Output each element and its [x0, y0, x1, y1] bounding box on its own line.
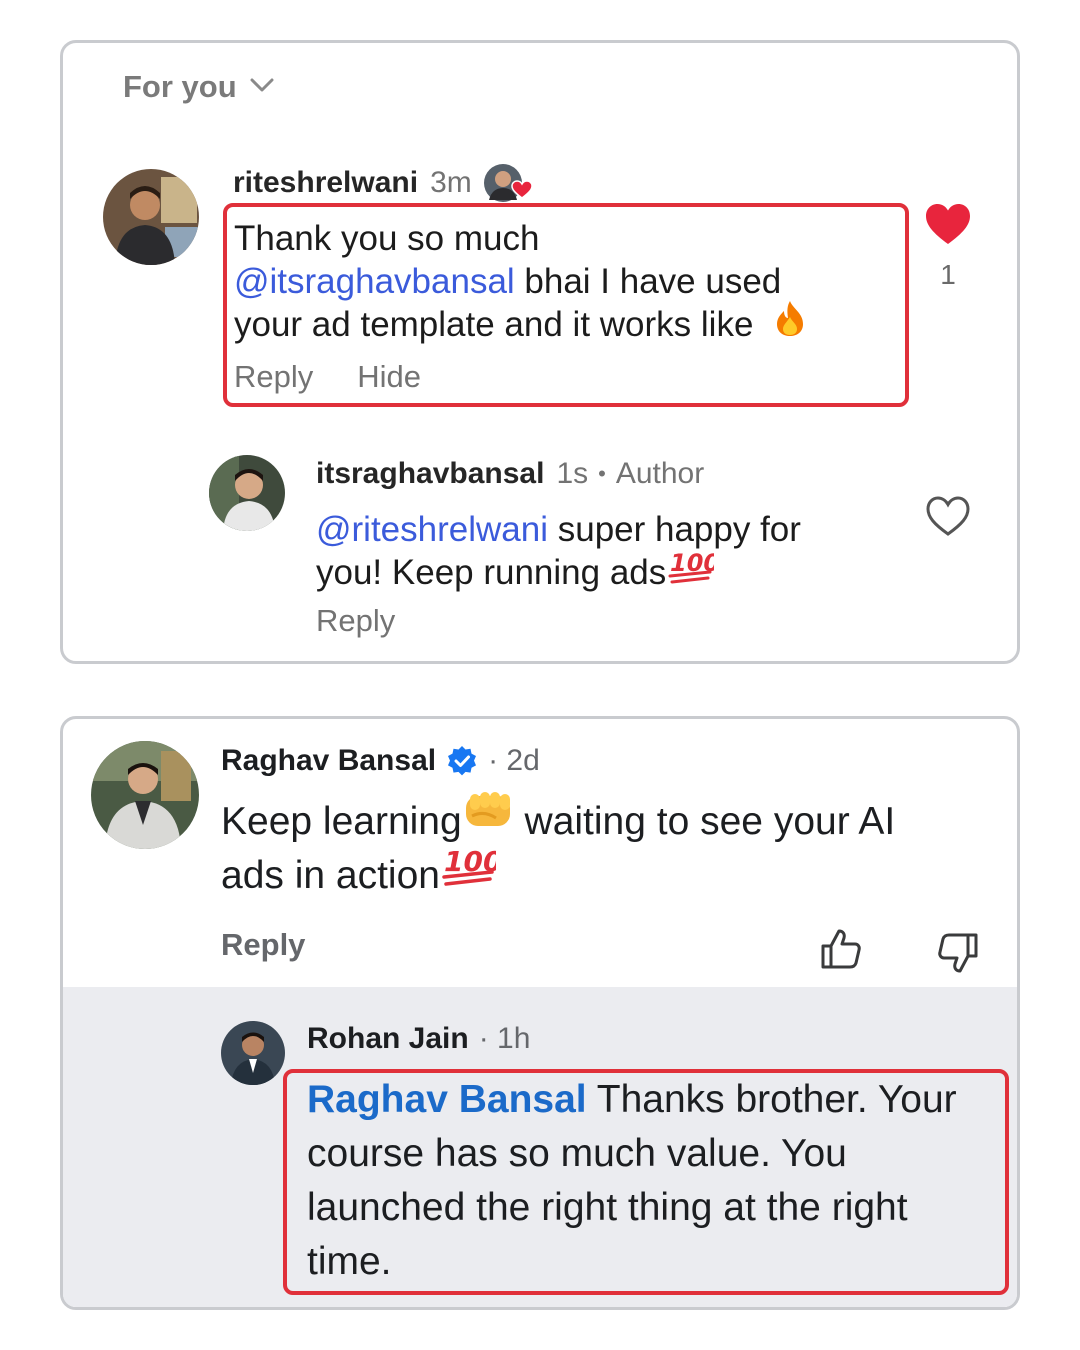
- like-button[interactable]: [925, 495, 971, 537]
- thumbs-down-icon: [938, 933, 978, 973]
- reply-thread: Rohan Jain · 1h Raghav Bansal Thanks bro…: [63, 987, 1017, 1307]
- like-button[interactable]: [925, 203, 971, 245]
- hide-button[interactable]: Hide: [357, 359, 421, 395]
- upvote-button[interactable]: [819, 927, 863, 971]
- filter-label: For you: [123, 69, 237, 104]
- reply-time: · 1h: [478, 1022, 531, 1055]
- comment-line-text: your ad template and it works like: [234, 305, 754, 344]
- comment-line: @itsraghavbansal bhai I have used: [234, 260, 807, 303]
- reply-line: time.: [307, 1240, 392, 1283]
- liked-by-author-badge: [483, 162, 533, 204]
- heart-outline-icon: [926, 496, 970, 536]
- reply-text: @riteshrelwani super happy for you! Keep…: [316, 508, 801, 595]
- avatar[interactable]: [91, 741, 199, 849]
- like-count: 1: [940, 259, 956, 290]
- comment-text: Keep learning waiting to see your AI ads…: [221, 792, 896, 903]
- comment-line: Keep learning waiting to see your AI: [221, 792, 896, 849]
- reply-line: @riteshrelwani super happy for: [316, 508, 801, 551]
- author-badge: Author: [615, 457, 705, 490]
- fire-emoji-icon: [773, 299, 807, 347]
- reply-line: course has so much value. You: [307, 1132, 847, 1175]
- hundred-points-emoji-icon: 100: [668, 545, 720, 595]
- comment-text: Thank you so much @itsraghavbansal bhai …: [234, 217, 807, 347]
- verified-badge-icon: [446, 745, 478, 777]
- comment-line: Thank you so much: [234, 219, 540, 258]
- instagram-comments-card: For you riteshrelwani 3m Thank you so mu…: [60, 40, 1020, 664]
- reply-line-rest: Thanks brother. Your: [586, 1078, 957, 1121]
- reply-button[interactable]: Reply: [221, 927, 305, 963]
- heart-filled-icon: [926, 204, 970, 244]
- mention-link[interactable]: @itsraghavbansal: [234, 262, 515, 301]
- avatar[interactable]: [209, 455, 285, 531]
- mention-link[interactable]: @riteshrelwani: [316, 510, 548, 549]
- reply-button[interactable]: Reply: [234, 359, 313, 395]
- replier-name[interactable]: Rohan Jain: [307, 1022, 469, 1056]
- avatar[interactable]: [221, 1021, 285, 1085]
- separator-dot: •: [598, 461, 606, 486]
- comment-line-rest: waiting to see your AI: [513, 800, 896, 843]
- reply-line: launched the right thing at the right: [307, 1186, 908, 1229]
- facebook-comments-card: Raghav Bansal · 2d Keep learning waiting…: [60, 716, 1020, 1310]
- hundred-points-emoji-icon: 100: [442, 841, 502, 902]
- reply-line-rest: super happy for: [548, 510, 801, 549]
- comment-line-rest: bhai I have used: [514, 262, 782, 301]
- reply-line-text: you! Keep running ads: [316, 553, 667, 592]
- reply-time: 1s: [556, 457, 589, 490]
- mention-link[interactable]: Raghav Bansal: [307, 1078, 587, 1121]
- reply-button[interactable]: Reply: [316, 603, 395, 639]
- avatar[interactable]: [103, 169, 199, 265]
- comment-line: ads in action 100: [221, 845, 895, 903]
- reply-username[interactable]: itsraghavbansal: [316, 457, 544, 491]
- comment-line-text: ads in action: [221, 854, 440, 898]
- thumbs-up-icon: [821, 929, 861, 969]
- comment-username[interactable]: riteshrelwani: [233, 166, 418, 200]
- comment-time: · 2d: [488, 744, 540, 777]
- comment-line: your ad template and it works like: [234, 300, 807, 347]
- downvote-button[interactable]: [936, 931, 980, 975]
- chevron-down-icon: [249, 76, 275, 99]
- comment-line-text: Keep learning: [221, 800, 462, 843]
- fist-emoji-icon: [462, 788, 514, 849]
- commenter-name[interactable]: Raghav Bansal: [221, 744, 436, 778]
- reply-line: you! Keep running ads 100: [316, 549, 801, 595]
- reply-text: Raghav Bansal Thanks brother. Your cours…: [307, 1073, 957, 1289]
- reply-line: Raghav Bansal Thanks brother. Your: [307, 1073, 957, 1127]
- for-you-filter[interactable]: For you: [123, 67, 275, 107]
- comment-time: 3m: [430, 166, 472, 199]
